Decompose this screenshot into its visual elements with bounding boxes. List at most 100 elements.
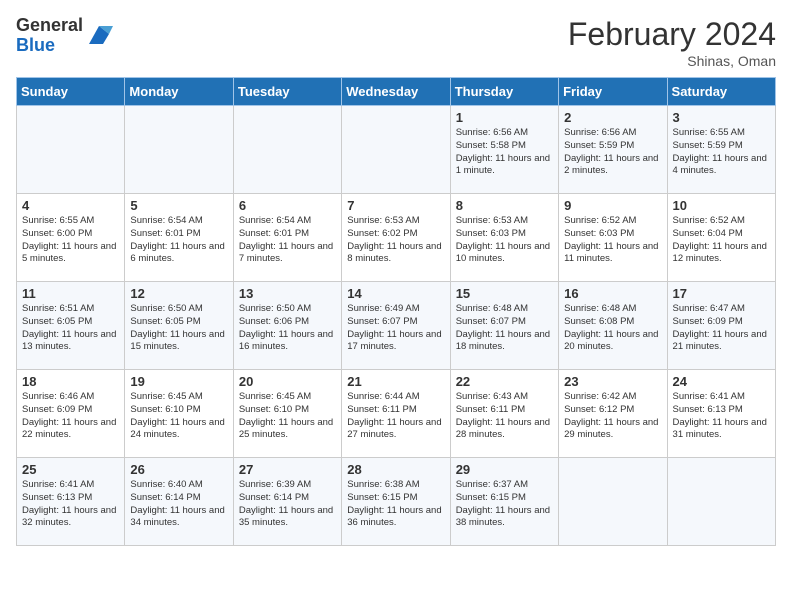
calendar-title: February 2024 bbox=[568, 16, 776, 53]
day-number: 22 bbox=[456, 374, 553, 389]
day-number: 7 bbox=[347, 198, 444, 213]
day-number: 5 bbox=[130, 198, 227, 213]
day-info: Sunrise: 6:50 AM Sunset: 6:06 PM Dayligh… bbox=[239, 303, 336, 354]
day-number: 11 bbox=[22, 286, 119, 301]
day-cell: 24 Sunrise: 6:41 AM Sunset: 6:13 PM Dayli… bbox=[667, 370, 775, 458]
header-tuesday: Tuesday bbox=[233, 78, 341, 106]
day-cell: 20 Sunrise: 6:45 AM Sunset: 6:10 PM Dayli… bbox=[233, 370, 341, 458]
day-cell: 9Sunrise: 6:52 AM Sunset: 6:03 PM Daylig… bbox=[559, 194, 667, 282]
day-cell bbox=[559, 458, 667, 546]
day-number: 19 bbox=[130, 374, 227, 389]
week-row-3: 18Sunrise: 6:46 AM Sunset: 6:09 PM Dayli… bbox=[17, 370, 776, 458]
day-info: Sunrise: 6:53 AM Sunset: 6:03 PM Dayligh… bbox=[456, 215, 553, 266]
logo: General Blue bbox=[16, 16, 113, 56]
calendar-subtitle: Shinas, Oman bbox=[568, 53, 776, 69]
day-info: Sunrise: 6:38 AM Sunset: 6:15 PM Dayligh… bbox=[347, 479, 444, 530]
day-cell: 15Sunrise: 6:48 AM Sunset: 6:07 PM Dayli… bbox=[450, 282, 558, 370]
header-friday: Friday bbox=[559, 78, 667, 106]
header-sunday: Sunday bbox=[17, 78, 125, 106]
day-info: Sunrise: 6:40 AM Sunset: 6:14 PM Dayligh… bbox=[130, 479, 227, 530]
day-info: Sunrise: 6:41 AM Sunset: 6:13 PM Dayligh… bbox=[22, 479, 119, 530]
day-number: 27 bbox=[239, 462, 336, 477]
day-info: Sunrise: 6:39 AM Sunset: 6:14 PM Dayligh… bbox=[239, 479, 336, 530]
day-number: 25 bbox=[22, 462, 119, 477]
day-cell: 18Sunrise: 6:46 AM Sunset: 6:09 PM Dayli… bbox=[17, 370, 125, 458]
day-number: 12 bbox=[130, 286, 227, 301]
day-cell bbox=[233, 106, 341, 194]
day-cell bbox=[342, 106, 450, 194]
day-number: 16 bbox=[564, 286, 661, 301]
day-number: 8 bbox=[456, 198, 553, 213]
day-cell: 21 Sunrise: 6:44 AM Sunset: 6:11 PM Dayli… bbox=[342, 370, 450, 458]
calendar-table: SundayMondayTuesdayWednesdayThursdayFrid… bbox=[16, 77, 776, 546]
day-number: 29 bbox=[456, 462, 553, 477]
day-info: Sunrise: 6:43 AM Sunset: 6:11 PM Dayligh… bbox=[456, 391, 553, 442]
week-row-0: 1 Sunrise: 6:56 AM Sunset: 5:58 PM Daylig… bbox=[17, 106, 776, 194]
day-info: Sunrise: 6:56 AM Sunset: 5:59 PM Dayligh… bbox=[564, 127, 661, 178]
day-info: Sunrise: 6:45 AM Sunset: 6:10 PM Dayligh… bbox=[130, 391, 227, 442]
logo-icon bbox=[85, 22, 113, 50]
day-cell: 10Sunrise: 6:52 AM Sunset: 6:04 PM Dayli… bbox=[667, 194, 775, 282]
day-number: 20 bbox=[239, 374, 336, 389]
day-cell: 28 Sunrise: 6:38 AM Sunset: 6:15 PM Dayli… bbox=[342, 458, 450, 546]
day-number: 14 bbox=[347, 286, 444, 301]
day-cell: 16 Sunrise: 6:48 AM Sunset: 6:08 PM Dayli… bbox=[559, 282, 667, 370]
day-number: 17 bbox=[673, 286, 770, 301]
day-number: 1 bbox=[456, 110, 553, 125]
day-cell bbox=[17, 106, 125, 194]
logo-general-text: General bbox=[16, 15, 83, 35]
day-info: Sunrise: 6:49 AM Sunset: 6:07 PM Dayligh… bbox=[347, 303, 444, 354]
day-number: 23 bbox=[564, 374, 661, 389]
week-row-4: 25 Sunrise: 6:41 AM Sunset: 6:13 PM Dayli… bbox=[17, 458, 776, 546]
day-info: Sunrise: 6:48 AM Sunset: 6:07 PM Dayligh… bbox=[456, 303, 553, 354]
header-wednesday: Wednesday bbox=[342, 78, 450, 106]
day-info: Sunrise: 6:37 AM Sunset: 6:15 PM Dayligh… bbox=[456, 479, 553, 530]
day-info: Sunrise: 6:47 AM Sunset: 6:09 PM Dayligh… bbox=[673, 303, 770, 354]
day-number: 24 bbox=[673, 374, 770, 389]
day-cell: 29 Sunrise: 6:37 AM Sunset: 6:15 PM Dayli… bbox=[450, 458, 558, 546]
week-row-2: 11Sunrise: 6:51 AM Sunset: 6:05 PM Dayli… bbox=[17, 282, 776, 370]
day-cell: 25 Sunrise: 6:41 AM Sunset: 6:13 PM Dayli… bbox=[17, 458, 125, 546]
day-info: Sunrise: 6:48 AM Sunset: 6:08 PM Dayligh… bbox=[564, 303, 661, 354]
day-number: 21 bbox=[347, 374, 444, 389]
day-cell: 17 Sunrise: 6:47 AM Sunset: 6:09 PM Dayli… bbox=[667, 282, 775, 370]
day-cell: 19 Sunrise: 6:45 AM Sunset: 6:10 PM Dayli… bbox=[125, 370, 233, 458]
day-number: 13 bbox=[239, 286, 336, 301]
day-cell: 11Sunrise: 6:51 AM Sunset: 6:05 PM Dayli… bbox=[17, 282, 125, 370]
day-cell: 8 Sunrise: 6:53 AM Sunset: 6:03 PM Daylig… bbox=[450, 194, 558, 282]
day-info: Sunrise: 6:54 AM Sunset: 6:01 PM Dayligh… bbox=[130, 215, 227, 266]
day-cell: 2 Sunrise: 6:56 AM Sunset: 5:59 PM Daylig… bbox=[559, 106, 667, 194]
header-row: SundayMondayTuesdayWednesdayThursdayFrid… bbox=[17, 78, 776, 106]
day-number: 3 bbox=[673, 110, 770, 125]
day-number: 26 bbox=[130, 462, 227, 477]
day-info: Sunrise: 6:45 AM Sunset: 6:10 PM Dayligh… bbox=[239, 391, 336, 442]
day-info: Sunrise: 6:56 AM Sunset: 5:58 PM Dayligh… bbox=[456, 127, 553, 178]
logo-blue-text: Blue bbox=[16, 35, 55, 55]
day-cell: 4Sunrise: 6:55 AM Sunset: 6:00 PM Daylig… bbox=[17, 194, 125, 282]
day-info: Sunrise: 6:46 AM Sunset: 6:09 PM Dayligh… bbox=[22, 391, 119, 442]
day-number: 2 bbox=[564, 110, 661, 125]
header-monday: Monday bbox=[125, 78, 233, 106]
day-number: 28 bbox=[347, 462, 444, 477]
day-cell: 22 Sunrise: 6:43 AM Sunset: 6:11 PM Dayli… bbox=[450, 370, 558, 458]
day-info: Sunrise: 6:44 AM Sunset: 6:11 PM Dayligh… bbox=[347, 391, 444, 442]
day-cell: 12 Sunrise: 6:50 AM Sunset: 6:05 PM Dayli… bbox=[125, 282, 233, 370]
day-cell: 7 Sunrise: 6:53 AM Sunset: 6:02 PM Daylig… bbox=[342, 194, 450, 282]
day-cell: 3 Sunrise: 6:55 AM Sunset: 5:59 PM Daylig… bbox=[667, 106, 775, 194]
day-cell: 1 Sunrise: 6:56 AM Sunset: 5:58 PM Daylig… bbox=[450, 106, 558, 194]
header-saturday: Saturday bbox=[667, 78, 775, 106]
day-info: Sunrise: 6:42 AM Sunset: 6:12 PM Dayligh… bbox=[564, 391, 661, 442]
day-info: Sunrise: 6:50 AM Sunset: 6:05 PM Dayligh… bbox=[130, 303, 227, 354]
day-cell: 27 Sunrise: 6:39 AM Sunset: 6:14 PM Dayli… bbox=[233, 458, 341, 546]
page-header: General Blue February 2024 Shinas, Oman bbox=[16, 16, 776, 69]
day-info: Sunrise: 6:41 AM Sunset: 6:13 PM Dayligh… bbox=[673, 391, 770, 442]
day-info: Sunrise: 6:52 AM Sunset: 6:04 PM Dayligh… bbox=[673, 215, 770, 266]
day-info: Sunrise: 6:53 AM Sunset: 6:02 PM Dayligh… bbox=[347, 215, 444, 266]
day-cell: 6Sunrise: 6:54 AM Sunset: 6:01 PM Daylig… bbox=[233, 194, 341, 282]
day-info: Sunrise: 6:55 AM Sunset: 5:59 PM Dayligh… bbox=[673, 127, 770, 178]
week-row-1: 4Sunrise: 6:55 AM Sunset: 6:00 PM Daylig… bbox=[17, 194, 776, 282]
day-cell: 5 Sunrise: 6:54 AM Sunset: 6:01 PM Daylig… bbox=[125, 194, 233, 282]
day-cell: 14 Sunrise: 6:49 AM Sunset: 6:07 PM Dayli… bbox=[342, 282, 450, 370]
title-block: February 2024 Shinas, Oman bbox=[568, 16, 776, 69]
header-thursday: Thursday bbox=[450, 78, 558, 106]
